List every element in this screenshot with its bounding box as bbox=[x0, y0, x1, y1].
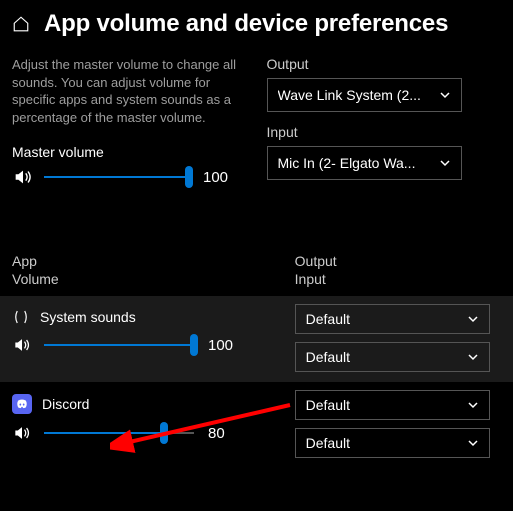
master-volume-label: Master volume bbox=[12, 144, 247, 160]
app-name-discord: Discord bbox=[42, 396, 89, 412]
discord-volume-slider[interactable] bbox=[44, 422, 194, 444]
speaker-icon[interactable] bbox=[12, 166, 34, 188]
discord-volume-value: 80 bbox=[208, 425, 225, 442]
column-header-app: App bbox=[12, 252, 275, 270]
home-icon[interactable] bbox=[12, 15, 30, 33]
discord-output-value: Default bbox=[306, 397, 350, 413]
output-device-dropdown[interactable]: Wave Link System (2... bbox=[267, 78, 462, 112]
system-sounds-icon bbox=[12, 308, 30, 326]
discord-input-dropdown[interactable]: Default bbox=[295, 428, 490, 458]
column-header-volume: Volume bbox=[12, 270, 275, 288]
discord-output-dropdown[interactable]: Default bbox=[295, 390, 490, 420]
input-label: Input bbox=[267, 124, 502, 140]
system-output-dropdown[interactable]: Default bbox=[295, 304, 490, 334]
app-row-discord: Discord 80 Default Default bbox=[0, 382, 513, 468]
chevron-down-icon bbox=[439, 89, 451, 101]
chevron-down-icon bbox=[467, 437, 479, 449]
chevron-down-icon bbox=[439, 157, 451, 169]
system-input-dropdown[interactable]: Default bbox=[295, 342, 490, 372]
description-text: Adjust the master volume to change all s… bbox=[12, 56, 247, 126]
column-header-input: Input bbox=[295, 270, 501, 288]
output-device-selected: Wave Link System (2... bbox=[278, 87, 421, 103]
system-input-value: Default bbox=[306, 349, 350, 365]
output-label: Output bbox=[267, 56, 502, 72]
speaker-icon[interactable] bbox=[12, 422, 34, 444]
page-title: App volume and device preferences bbox=[44, 10, 448, 38]
chevron-down-icon bbox=[467, 351, 479, 363]
input-device-selected: Mic In (2- Elgato Wa... bbox=[278, 155, 416, 171]
column-header-output: Output bbox=[295, 252, 501, 270]
master-volume-slider[interactable] bbox=[44, 166, 189, 188]
app-name-system: System sounds bbox=[40, 309, 136, 325]
chevron-down-icon bbox=[467, 399, 479, 411]
input-device-dropdown[interactable]: Mic In (2- Elgato Wa... bbox=[267, 146, 462, 180]
system-volume-slider[interactable] bbox=[44, 334, 194, 356]
system-output-value: Default bbox=[306, 311, 350, 327]
discord-input-value: Default bbox=[306, 435, 350, 451]
system-volume-value: 100 bbox=[208, 337, 233, 354]
discord-icon bbox=[12, 394, 32, 414]
app-row-system-sounds: System sounds 100 Default De bbox=[0, 296, 513, 382]
speaker-icon[interactable] bbox=[12, 334, 34, 356]
chevron-down-icon bbox=[467, 313, 479, 325]
master-volume-value: 100 bbox=[203, 169, 228, 186]
